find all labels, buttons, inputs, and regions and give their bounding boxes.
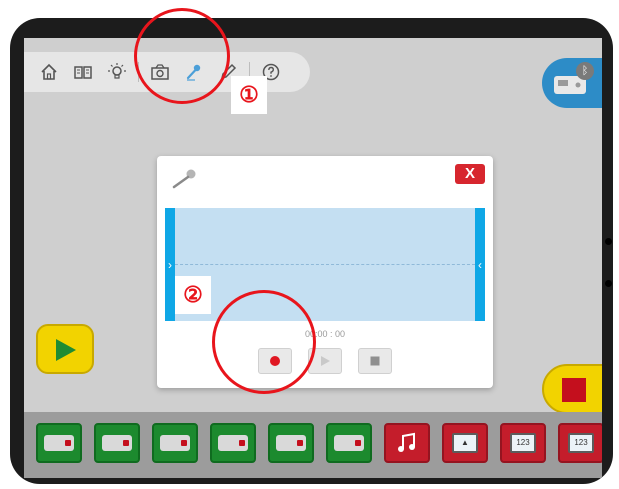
annotation-circle-2 bbox=[212, 290, 316, 394]
display-number-icon: 123 bbox=[510, 433, 536, 453]
music-note-icon bbox=[398, 432, 415, 452]
bluetooth-icon: ᛒ bbox=[576, 62, 594, 80]
add-to-display-icon: 123 bbox=[568, 433, 594, 453]
book-icon[interactable] bbox=[70, 59, 96, 85]
trim-end-handle[interactable]: ‹ bbox=[475, 208, 485, 321]
motor-counterclockwise-block[interactable] bbox=[210, 423, 256, 463]
hub-connect-button[interactable]: ᛒ bbox=[542, 58, 602, 108]
app-screen: ᛒ X › ‹ 00:00 : 00 ▲ 123 123 bbox=[24, 38, 602, 478]
hourglass-motor-icon bbox=[102, 435, 132, 451]
sound-recorder-dialog: X › ‹ 00:00 : 00 bbox=[157, 156, 493, 388]
display-number-block[interactable]: 123 bbox=[500, 423, 546, 463]
start-block-button[interactable] bbox=[36, 324, 94, 374]
motor-clockwise-block[interactable] bbox=[268, 423, 314, 463]
rotate-right-icon bbox=[276, 435, 306, 451]
display-image-icon: ▲ bbox=[452, 433, 478, 453]
stop-icon bbox=[562, 378, 586, 402]
close-button[interactable]: X bbox=[455, 164, 485, 184]
display-image-block[interactable]: ▲ bbox=[442, 423, 488, 463]
trim-start-handle[interactable]: › bbox=[165, 208, 175, 321]
hub-light-block[interactable] bbox=[326, 423, 372, 463]
stop-playback-button[interactable] bbox=[358, 348, 392, 374]
side-dot bbox=[605, 238, 612, 245]
motor-icon bbox=[44, 435, 74, 451]
home-icon[interactable] bbox=[36, 59, 62, 85]
hub-light-icon bbox=[334, 435, 364, 451]
waveform-area: › ‹ bbox=[165, 208, 485, 321]
annotation-circle-1 bbox=[134, 8, 230, 104]
lightbulb-icon[interactable] bbox=[104, 59, 130, 85]
rotate-left-icon bbox=[218, 435, 248, 451]
annotation-label-2: ② bbox=[175, 276, 211, 314]
motor-off-block[interactable] bbox=[152, 423, 198, 463]
stop-icon bbox=[370, 356, 380, 366]
annotation-label-1: ① bbox=[231, 76, 267, 114]
play-icon bbox=[321, 356, 330, 366]
play-icon bbox=[56, 339, 76, 361]
stop-button[interactable] bbox=[542, 364, 602, 414]
play-sound-block[interactable] bbox=[384, 423, 430, 463]
recording-time: 00:00 : 00 bbox=[304, 329, 346, 339]
side-dot bbox=[605, 280, 612, 287]
waveform-baseline bbox=[175, 264, 475, 265]
add-to-display-block[interactable]: 123 bbox=[558, 423, 602, 463]
motor-on-for-time-block[interactable] bbox=[36, 423, 82, 463]
motor-off-icon bbox=[160, 435, 190, 451]
microphone-icon bbox=[172, 169, 196, 189]
block-palette: ▲ 123 123 bbox=[24, 412, 602, 478]
tablet-frame: ᛒ X › ‹ 00:00 : 00 ▲ 123 123 bbox=[10, 18, 613, 484]
motor-timer-block[interactable] bbox=[94, 423, 140, 463]
